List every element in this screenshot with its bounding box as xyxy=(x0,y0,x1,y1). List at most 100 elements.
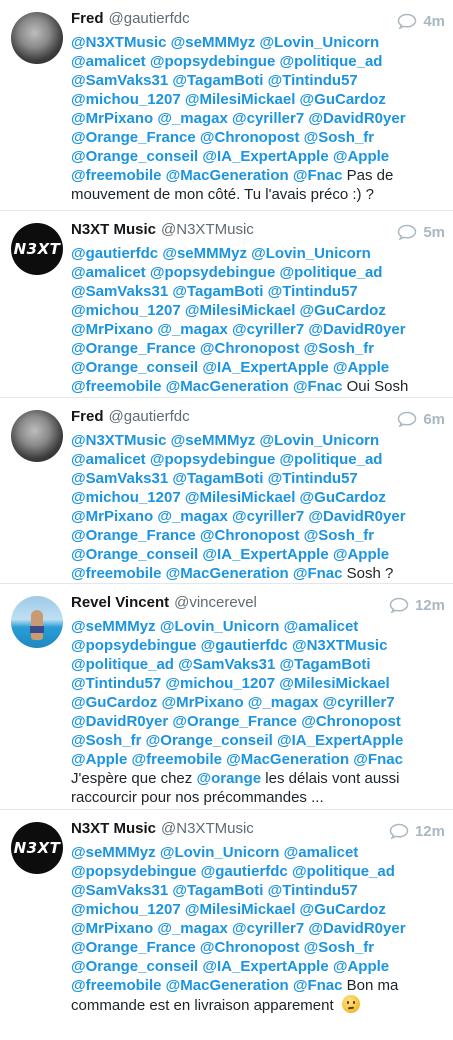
mention-link[interactable]: @Lovin_Unicorn xyxy=(160,844,280,861)
mention-link[interactable]: @amalicet xyxy=(71,264,146,281)
user-handle[interactable]: @vincerevel xyxy=(174,594,257,611)
mention-link[interactable]: @N3XTMusic xyxy=(71,34,166,51)
mention-link[interactable]: @Fnac xyxy=(293,977,343,994)
mention-link[interactable]: @gautierfdc xyxy=(71,245,158,262)
mention-link[interactable]: @freemobile xyxy=(71,977,161,994)
mention-link[interactable]: @michou_1207 xyxy=(71,489,181,506)
mention-link[interactable]: @cyriller7 xyxy=(232,321,304,338)
mention-link[interactable]: @politique_ad xyxy=(279,451,382,468)
mention-link[interactable]: @TagamBoti xyxy=(280,656,371,673)
mention-link[interactable]: @SamVaks31 xyxy=(178,656,275,673)
user-name[interactable]: Revel Vincent xyxy=(71,594,169,611)
mention-link[interactable]: @_magax xyxy=(157,920,228,937)
mention-link[interactable]: @Sosh_fr xyxy=(71,732,141,749)
mention-link[interactable]: @freemobile xyxy=(71,378,161,395)
mention-link[interactable]: @popsydebingue xyxy=(71,863,196,880)
mention-link[interactable]: @amalicet xyxy=(71,451,146,468)
mention-link[interactable]: @michou_1207 xyxy=(71,901,181,918)
mention-link[interactable]: @Apple xyxy=(333,958,389,975)
mention-link[interactable]: @cyriller7 xyxy=(232,920,304,937)
user-handle[interactable]: @N3XTMusic xyxy=(161,221,254,238)
mention-link[interactable]: @MacGeneration xyxy=(166,167,289,184)
mention-link[interactable]: @MilesiMickael xyxy=(279,675,390,692)
avatar[interactable]: N3XT xyxy=(11,822,63,874)
mention-link[interactable]: @orange xyxy=(196,770,261,787)
mention-link[interactable]: @seMMMyz xyxy=(171,34,256,51)
mention-link[interactable]: @Orange_France xyxy=(71,527,196,544)
mention-link[interactable]: @seMMMyz xyxy=(71,844,156,861)
user-handle[interactable]: @gautierfdc xyxy=(109,10,190,27)
mention-link[interactable]: @gautierfdc xyxy=(201,863,288,880)
mention-link[interactable]: @N3XTMusic xyxy=(292,637,387,654)
mention-link[interactable]: @popsydebingue xyxy=(150,53,275,70)
mention-link[interactable]: @_magax xyxy=(157,110,228,127)
mention-link[interactable]: @cyriller7 xyxy=(322,694,394,711)
mention-link[interactable]: @DavidR0yer xyxy=(308,508,405,525)
mention-link[interactable]: @Orange_conseil xyxy=(71,359,198,376)
mention-link[interactable]: @_magax xyxy=(157,321,228,338)
user-name[interactable]: Fred xyxy=(71,10,104,27)
mention-link[interactable]: @IA_ExpertApple xyxy=(202,546,328,563)
mention-link[interactable]: @michou_1207 xyxy=(71,91,181,108)
mention-link[interactable]: @DavidR0yer xyxy=(71,713,168,730)
user-handle[interactable]: @N3XTMusic xyxy=(161,820,254,837)
mention-link[interactable]: @Chronopost xyxy=(200,527,300,544)
mention-link[interactable]: @Apple xyxy=(71,751,127,768)
mention-link[interactable]: @politique_ad xyxy=(71,656,174,673)
mention-link[interactable]: @GuCardoz xyxy=(300,302,386,319)
mention-link[interactable]: @_magax xyxy=(157,508,228,525)
user-name[interactable]: N3XT Music xyxy=(71,820,156,837)
mention-link[interactable]: @seMMMyz xyxy=(171,432,256,449)
mention-link[interactable]: @politique_ad xyxy=(279,264,382,281)
mention-link[interactable]: @popsydebingue xyxy=(71,637,196,654)
mention-link[interactable]: @MacGeneration xyxy=(166,977,289,994)
mention-link[interactable]: @Chronopost xyxy=(200,939,300,956)
mention-link[interactable]: @michou_1207 xyxy=(165,675,275,692)
mention-link[interactable]: @politique_ad xyxy=(279,53,382,70)
mention-link[interactable]: @SamVaks31 xyxy=(71,72,168,89)
mention-link[interactable]: @TagamBoti xyxy=(172,72,263,89)
mention-link[interactable]: @politique_ad xyxy=(292,863,395,880)
mention-link[interactable]: @amalicet xyxy=(284,618,359,635)
mention-link[interactable]: @IA_ExpertApple xyxy=(202,359,328,376)
mention-link[interactable]: @freemobile xyxy=(131,751,221,768)
mention-link[interactable]: @GuCardoz xyxy=(300,489,386,506)
mention-link[interactable]: @cyriller7 xyxy=(232,110,304,127)
mention-link[interactable]: @Orange_France xyxy=(71,340,196,357)
mention-link[interactable]: @IA_ExpertApple xyxy=(202,958,328,975)
mention-link[interactable]: @TagamBoti xyxy=(172,882,263,899)
mention-link[interactable]: @TagamBoti xyxy=(172,470,263,487)
mention-link[interactable]: @IA_ExpertApple xyxy=(202,148,328,165)
mention-link[interactable]: @IA_ExpertApple xyxy=(277,732,403,749)
mention-link[interactable]: @freemobile xyxy=(71,167,161,184)
mention-link[interactable]: @Sosh_fr xyxy=(304,129,374,146)
timestamp[interactable]: 5m xyxy=(423,224,445,241)
tweet[interactable]: Revel Vincent @vincerevel 12m @seMMMyz @L… xyxy=(0,584,453,810)
mention-link[interactable]: @DavidR0yer xyxy=(308,920,405,937)
mention-link[interactable]: @Apple xyxy=(333,546,389,563)
mention-link[interactable]: @michou_1207 xyxy=(71,302,181,319)
mention-link[interactable]: @MrPixano xyxy=(71,110,153,127)
mention-link[interactable]: @amalicet xyxy=(71,53,146,70)
tweet[interactable]: Fred @gautierfdc 4m @N3XTMusic @seMMMyz @… xyxy=(0,0,453,211)
mention-link[interactable]: @Chronopost xyxy=(200,129,300,146)
mention-link[interactable]: @Chronopost xyxy=(200,340,300,357)
mention-link[interactable]: @MrPixano xyxy=(161,694,243,711)
mention-link[interactable]: @MacGeneration xyxy=(226,751,349,768)
avatar[interactable] xyxy=(11,12,63,64)
user-name[interactable]: N3XT Music xyxy=(71,221,156,238)
mention-link[interactable]: @Orange_conseil xyxy=(71,958,198,975)
mention-link[interactable]: @MacGeneration xyxy=(166,378,289,395)
mention-link[interactable]: @Tintindu57 xyxy=(268,283,358,300)
mention-link[interactable]: @Apple xyxy=(333,359,389,376)
mention-link[interactable]: @MrPixano xyxy=(71,920,153,937)
mention-link[interactable]: @N3XTMusic xyxy=(71,432,166,449)
mention-link[interactable]: @SamVaks31 xyxy=(71,283,168,300)
mention-link[interactable]: @Tintindu57 xyxy=(71,675,161,692)
mention-link[interactable]: @Fnac xyxy=(353,751,403,768)
mention-link[interactable]: @Fnac xyxy=(293,167,343,184)
mention-link[interactable]: @seMMMyz xyxy=(71,618,156,635)
mention-link[interactable]: @SamVaks31 xyxy=(71,470,168,487)
mention-link[interactable]: @SamVaks31 xyxy=(71,882,168,899)
mention-link[interactable]: @Sosh_fr xyxy=(304,939,374,956)
